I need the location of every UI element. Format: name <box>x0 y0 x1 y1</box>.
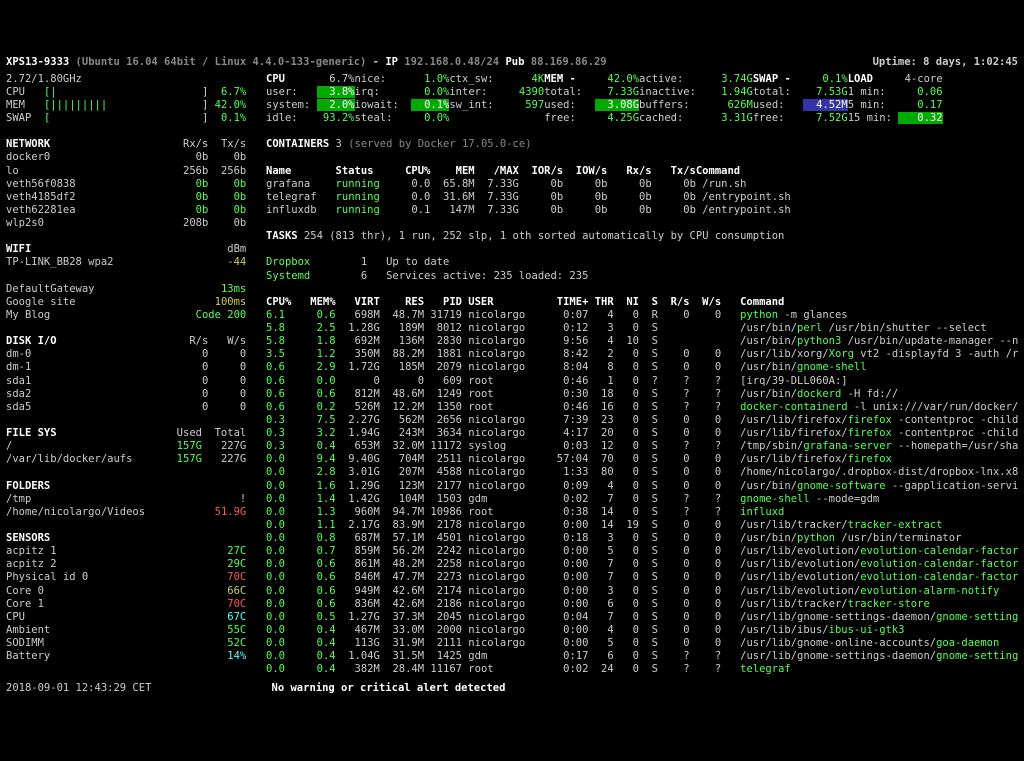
process-row: 0.0 0.5 1.27G 37.3M 2045 nicolargo 0:04 … <box>266 611 1018 624</box>
process-row: 0.0 0.6 846M 47.7M 2273 nicolargo 0:00 7… <box>266 571 1018 584</box>
process-row: 0.0 1.1 2.17G 83.9M 2178 nicolargo 0:00 … <box>266 519 1018 532</box>
process-row: 0.0 0.8 687M 57.1M 4501 nicolargo 0:18 3… <box>266 532 1018 545</box>
left-column: 2.72/1.80GHzCPU [| ] 6.7%MEM [||||||||| … <box>6 73 254 677</box>
process-row: 0.0 0.4 113G 31.9M 2111 nicolargo 0:00 5… <box>266 637 1018 650</box>
process-row: 0.0 0.7 859M 56.2M 2242 nicolargo 0:00 5… <box>266 545 1018 558</box>
process-row: 0.3 0.4 653M 32.0M 11172 syslog 0:03 12 … <box>266 440 1018 453</box>
process-row: 0.6 0.0 0 0 609 root 0:46 1 0 ? ? ? [irq… <box>266 375 1018 388</box>
right-column: CPU 6.7%nice: 1.0%ctx_sw: 4KMEM - 42.0%a… <box>266 73 1018 677</box>
process-row: 5.8 1.8 692M 136M 2830 nicolargo 9:56 4 … <box>266 335 1018 348</box>
process-row: 0.0 0.6 836M 42.6M 2186 nicolargo 0:00 6… <box>266 598 1018 611</box>
process-row: 5.8 2.5 1.28G 189M 8012 nicolargo 0:12 3… <box>266 322 1018 335</box>
process-row: 3.5 1.2 350M 88.2M 1881 nicolargo 8:42 2… <box>266 348 1018 361</box>
process-row: 0.6 2.9 1.72G 185M 2079 nicolargo 8:04 8… <box>266 361 1018 374</box>
process-row: 0.0 0.6 949M 42.6M 2174 nicolargo 0:00 3… <box>266 585 1018 598</box>
process-row: 0.0 1.6 1.29G 123M 2177 nicolargo 0:09 4… <box>266 480 1018 493</box>
process-row: 0.0 9.4 9.40G 704M 2511 nicolargo 57:04 … <box>266 453 1018 466</box>
process-row: 0.6 0.2 526M 12.2M 1350 root 0:46 16 0 S… <box>266 401 1018 414</box>
process-row: 0.0 0.6 861M 48.2M 2258 nicolargo 0:00 7… <box>266 558 1018 571</box>
process-row: 0.0 0.4 382M 28.4M 11167 root 0:02 24 0 … <box>266 663 1018 676</box>
process-row: 0.3 7.5 2.27G 562M 2656 nicolargo 7:39 2… <box>266 414 1018 427</box>
process-row: 0.0 0.4 1.04G 31.5M 1425 gdm 0:17 6 0 S … <box>266 650 1018 663</box>
process-row: 0.0 2.8 3.01G 207M 4588 nicolargo 1:33 8… <box>266 466 1018 479</box>
process-row: 0.0 0.4 467M 33.0M 2000 nicolargo 0:00 4… <box>266 624 1018 637</box>
process-row: 0.0 1.3 960M 94.7M 10986 root 0:38 14 0 … <box>266 506 1018 519</box>
process-row: 0.0 1.4 1.42G 104M 1503 gdm 0:02 7 0 S ?… <box>266 493 1018 506</box>
process-row: 0.6 0.6 812M 48.6M 1249 root 0:30 18 0 S… <box>266 388 1018 401</box>
process-row: 0.3 3.2 1.94G 243M 3634 nicolargo 4:17 2… <box>266 427 1018 440</box>
process-row: 6.1 0.6 698M 48.7M 31719 nicolargo 0:07 … <box>266 309 1018 322</box>
